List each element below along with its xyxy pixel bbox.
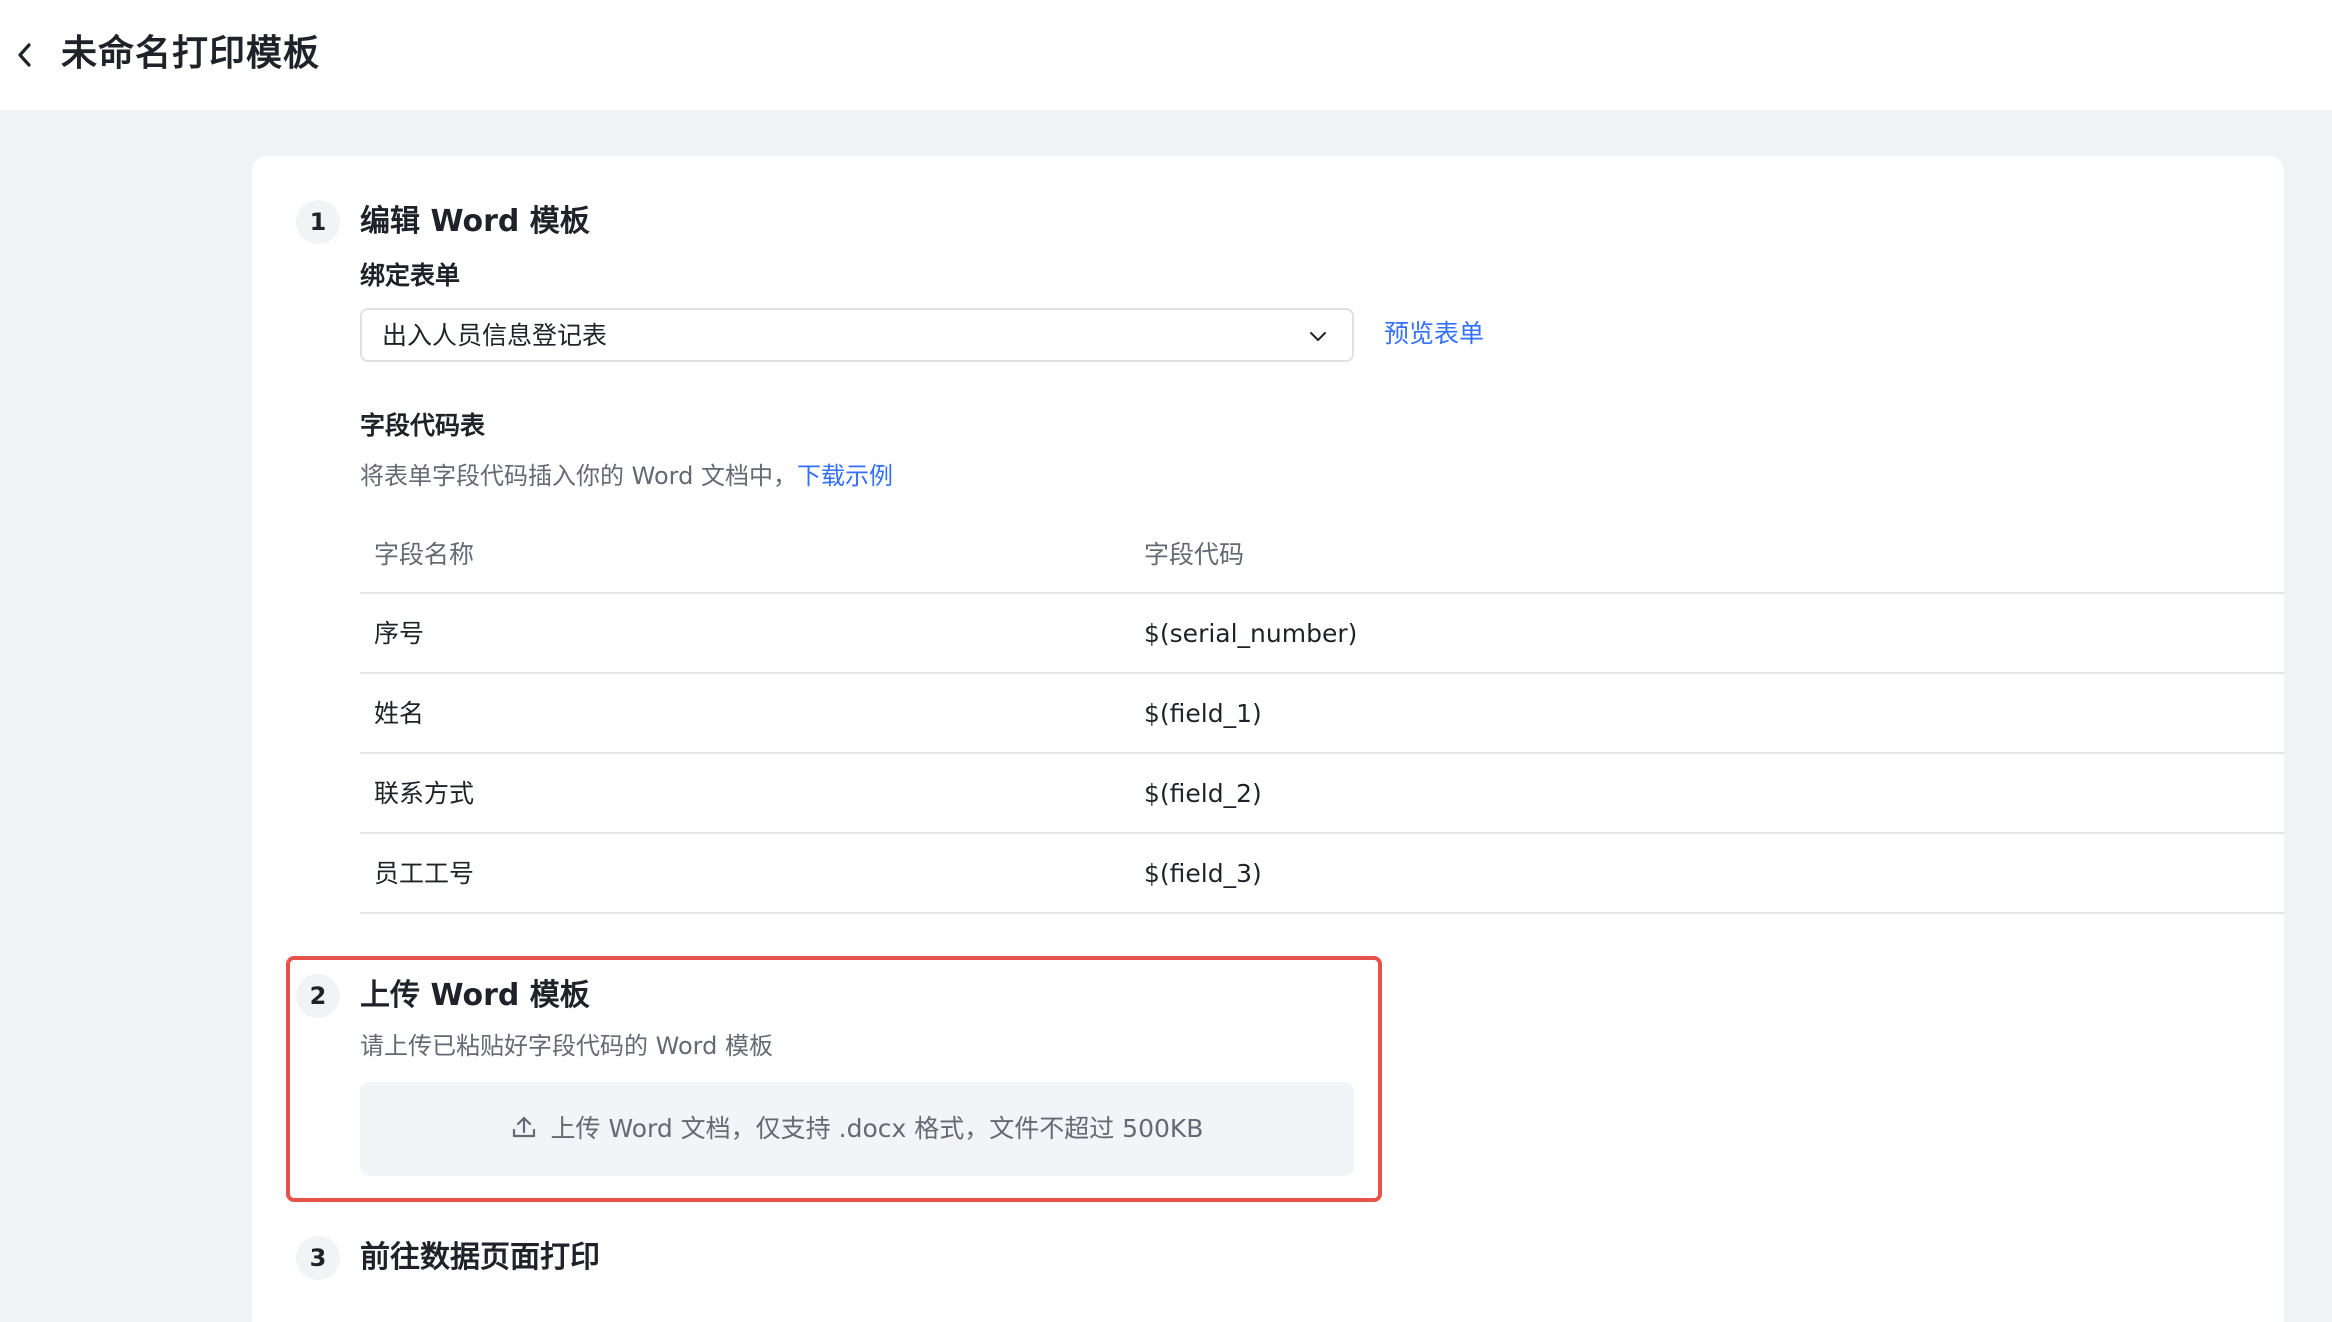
step-1-number: 1 [296, 200, 340, 244]
form-select-value: 出入人员信息登记表 [382, 321, 608, 350]
upload-prompt: 上传 Word 文档，仅支持 .docx 格式，文件不超过 500KB [360, 1110, 1354, 1148]
step-3-number: 3 [296, 1236, 340, 1280]
preview-form-link[interactable]: 预览表单 [1384, 316, 1484, 352]
step-1-title: 编辑 Word 模板 [360, 204, 590, 239]
table-row: 联系方式 $(field_2) [360, 754, 2284, 834]
field-name-cell: 姓名 [374, 699, 425, 728]
table-row: 姓名 $(field_1) [360, 674, 2284, 754]
template-editor-card: 1 编辑 Word 模板 绑定表单 出入人员信息登记表 预览表单 字段代码表 将… [252, 156, 2284, 1322]
upload-icon [512, 1116, 535, 1138]
table-header-row: 字段名称 字段代码 [360, 516, 2284, 594]
upload-dropzone[interactable]: 上传 Word 文档，仅支持 .docx 格式，文件不超过 500KB [360, 1082, 1354, 1176]
field-table-label: 字段代码表 [360, 411, 486, 440]
field-code-cell: $(field_1) [1144, 699, 1262, 728]
upload-text: 上传 Word 文档，仅支持 .docx 格式，文件不超过 500KB [550, 1114, 1204, 1143]
field-code-cell: $(serial_number) [1144, 619, 1358, 648]
field-table-hint: 将表单字段代码插入你的 Word 文档中，下载示例 [360, 458, 893, 494]
field-code-cell: $(field_3) [1144, 859, 1262, 888]
step-2-number: 2 [296, 974, 340, 1018]
upload-hint: 请上传已粘贴好字段代码的 Word 模板 [360, 1032, 773, 1060]
column-header-field-name: 字段名称 [374, 540, 475, 569]
field-name-cell: 联系方式 [374, 779, 475, 808]
field-name-cell: 员工工号 [374, 859, 475, 888]
chevron-down-icon [1310, 332, 1326, 341]
step-3-title: 前往数据页面打印 [360, 1240, 600, 1275]
page-title: 未命名打印模板 [61, 33, 321, 74]
back-button[interactable] [14, 37, 38, 73]
download-example-link[interactable]: 下载示例 [797, 462, 893, 490]
field-code-cell: $(field_2) [1144, 779, 1262, 808]
chevron-left-icon [18, 43, 31, 67]
table-row: 序号 $(serial_number) [360, 594, 2284, 674]
page-header: 未命名打印模板 [0, 0, 2332, 110]
field-name-cell: 序号 [374, 619, 425, 648]
step-2-title: 上传 Word 模板 [360, 978, 590, 1013]
column-header-field-code: 字段代码 [1144, 540, 1245, 569]
bind-form-label: 绑定表单 [360, 261, 461, 290]
form-select[interactable]: 出入人员信息登记表 [360, 308, 1354, 362]
table-row: 员工工号 $(field_3) [360, 834, 2284, 914]
field-table-hint-text: 将表单字段代码插入你的 Word 文档中， [360, 462, 797, 490]
field-code-table: 字段名称 字段代码 序号 $(serial_number) 姓名 $(field… [360, 516, 2284, 914]
